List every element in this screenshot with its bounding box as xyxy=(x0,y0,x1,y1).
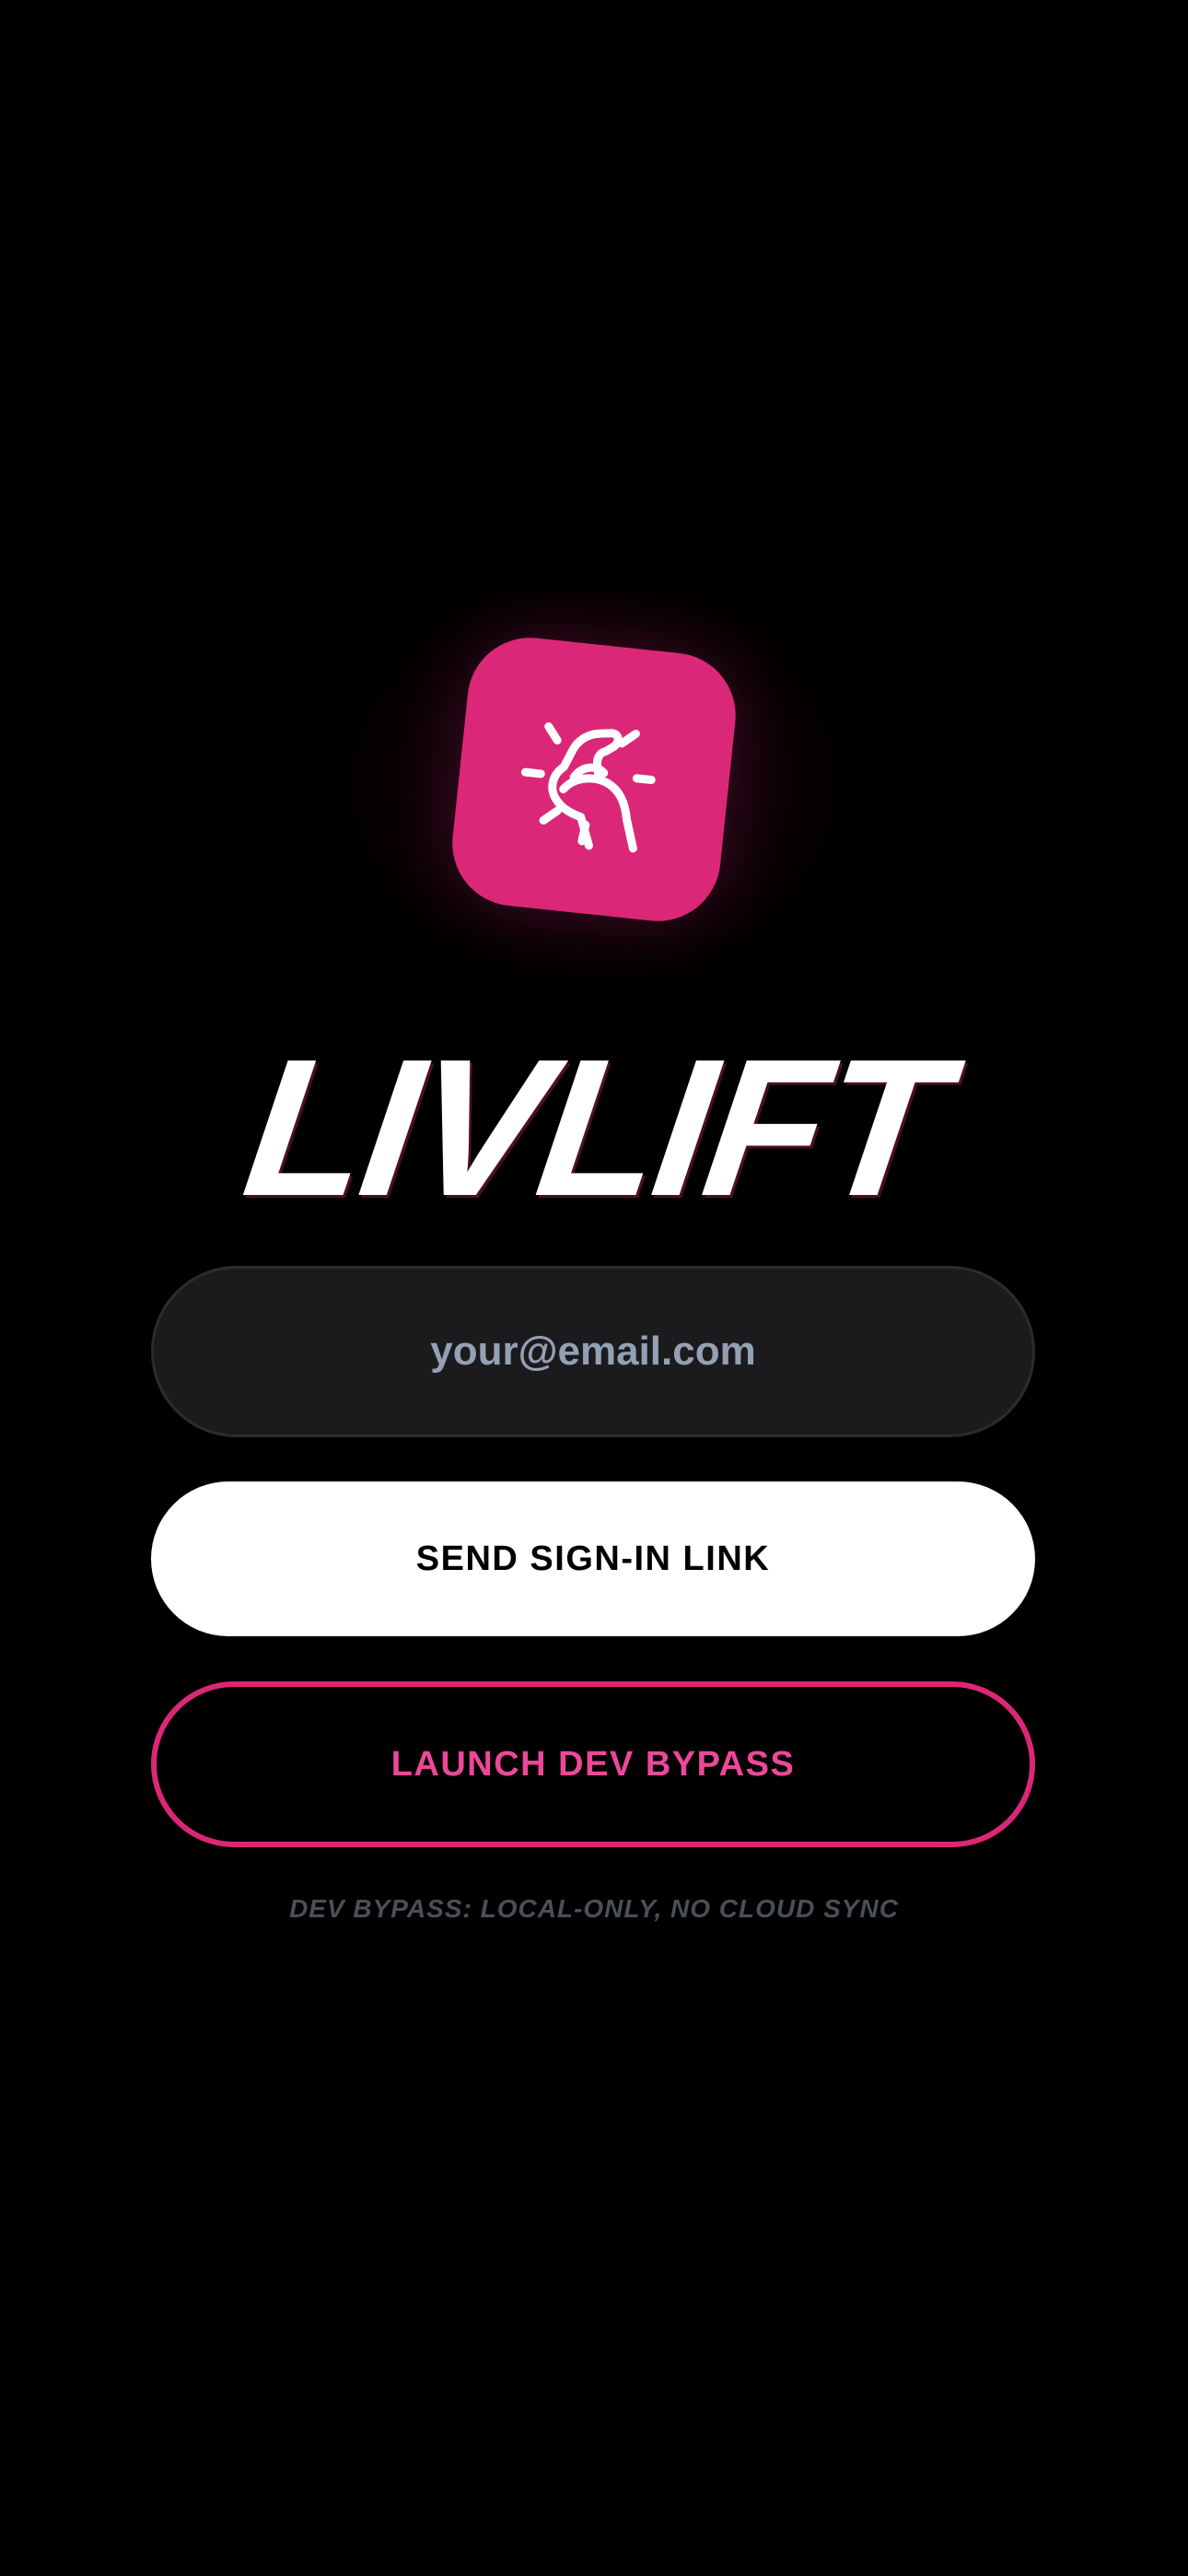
send-sign-in-link-label: SEND SIGN-IN LINK xyxy=(415,1539,771,1578)
launch-dev-bypass-label: LAUNCH DEV BYPASS xyxy=(390,1744,796,1784)
send-sign-in-link-button[interactable]: SEND SIGN-IN LINK xyxy=(151,1481,1035,1636)
email-input[interactable] xyxy=(151,1266,1035,1437)
flexed-biceps-icon xyxy=(520,722,656,853)
app-wordmark: LIVLIFT xyxy=(233,1018,955,1236)
dev-bypass-note: DEV BYPASS: LOCAL-ONLY, NO CLOUD SYNC xyxy=(289,1894,899,1923)
launch-dev-bypass-button[interactable]: LAUNCH DEV BYPASS xyxy=(151,1681,1035,1847)
app-logo xyxy=(446,631,742,928)
